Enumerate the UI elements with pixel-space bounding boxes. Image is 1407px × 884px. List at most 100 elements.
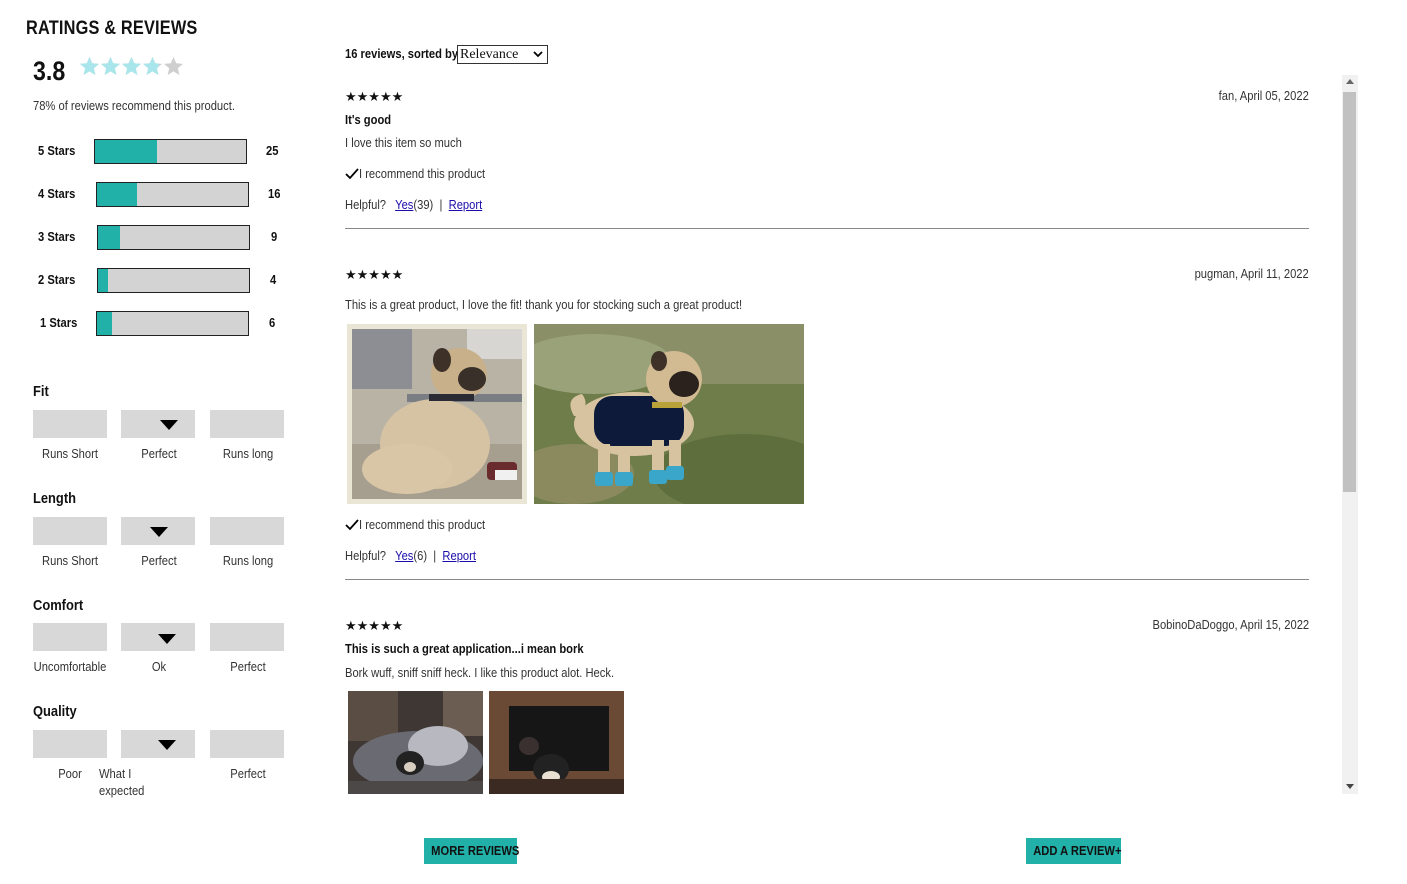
review-recommend: I recommend this product (345, 517, 506, 532)
characteristic-fit-title: Fit (33, 383, 49, 400)
star-icon (79, 56, 100, 78)
helpful-yes-link[interactable]: Yes (395, 197, 413, 212)
pug-sitting-photo-icon (347, 324, 527, 504)
breakdown-label: 4 Stars (38, 186, 76, 201)
helpful-prefix: Helpful? (345, 197, 387, 212)
breakdown-label: 3 Stars (38, 229, 76, 244)
review-stars: ★★★★★ (345, 618, 404, 633)
breakdown-fill (98, 226, 120, 249)
fit-marker-icon (160, 420, 178, 430)
breakdown-fill (98, 269, 108, 292)
characteristic-label: Perfect (230, 659, 266, 674)
rating-breakdown-5[interactable]: 5 Stars 25 (38, 139, 288, 164)
helpful-yes-count: (6) (413, 548, 428, 563)
pug-standing-photo-icon (534, 324, 804, 504)
chevron-down-icon (533, 51, 543, 58)
scroll-up-arrow-icon[interactable] (1346, 79, 1354, 84)
review-divider (345, 579, 1309, 580)
characteristic-label: Perfect (230, 766, 266, 781)
quality-marker-icon (158, 740, 176, 750)
characteristic-label: Runs long (222, 553, 274, 568)
breakdown-count: 25 (266, 143, 279, 158)
characteristic-label: Uncomfortable (33, 659, 107, 674)
breakdown-count: 4 (270, 272, 277, 287)
review-list-scrollbar[interactable] (1342, 75, 1358, 794)
recommend-percentage: 78% of reviews recommend this product. (33, 98, 235, 113)
sort-select[interactable]: Relevance (457, 45, 548, 64)
star-icon (121, 56, 142, 78)
add-review-button[interactable]: ADD A REVIEW+ (1026, 838, 1121, 864)
rating-breakdown-1[interactable]: 1 Stars 6 (38, 311, 288, 336)
dog-tv-photo-icon (489, 691, 624, 794)
average-stars (79, 56, 184, 78)
characteristic-segment (121, 410, 195, 438)
breakdown-label: 2 Stars (38, 272, 76, 287)
characteristic-length-title: Length (33, 490, 76, 507)
review-author-date: pugman, April 11, 2022 (1194, 266, 1309, 281)
breakdown-bar (94, 139, 247, 164)
characteristic-comfort-title: Comfort (33, 597, 84, 614)
rating-breakdown-2[interactable]: 2 Stars 4 (38, 268, 288, 293)
review-photo-thumbnail[interactable] (489, 691, 624, 794)
characteristic-label: Ok (151, 659, 167, 674)
review-title: It's good (345, 112, 392, 127)
review-count-sort-label: 16 reviews, sorted by (345, 46, 459, 61)
comfort-marker-icon (158, 634, 176, 644)
characteristic-label: Runs Short (42, 446, 98, 461)
characteristic-quality-title: Quality (33, 703, 77, 720)
characteristic-segment (33, 410, 107, 438)
review-body: This is a great product, I love the fit!… (345, 297, 743, 312)
more-reviews-label: MORE REVIEWS (431, 843, 520, 858)
breakdown-bar (97, 225, 250, 250)
add-review-label: ADD A REVIEW+ (1033, 843, 1122, 858)
review-helpful: Helpful? Yes(39) | Report (345, 197, 482, 212)
checkmark-icon (345, 167, 359, 179)
breakdown-bar (97, 268, 250, 293)
rating-breakdown-3[interactable]: 3 Stars 9 (38, 225, 288, 250)
scroll-down-arrow-icon[interactable] (1346, 784, 1354, 789)
checkmark-icon (345, 518, 359, 530)
average-rating: 3.8 (33, 56, 66, 86)
review-body: I love this item so much (345, 135, 462, 150)
review-recommend: I recommend this product (345, 166, 506, 181)
helpful-yes-count: (39) (413, 197, 434, 212)
characteristic-label: Poor (58, 766, 82, 781)
characteristic-segment (210, 517, 284, 545)
characteristic-segment (33, 730, 107, 758)
helpful-separator: | (433, 548, 437, 563)
star-icon (163, 56, 184, 78)
characteristic-label: What I expected (99, 766, 145, 798)
helpful-separator: | (439, 197, 443, 212)
helpful-prefix: Helpful? (345, 548, 387, 563)
dog-blanket-photo-icon (348, 691, 483, 794)
review-stars: ★★★★★ (345, 267, 404, 282)
breakdown-fill (97, 183, 137, 206)
characteristic-segment (33, 517, 107, 545)
characteristic-segment (210, 730, 284, 758)
characteristic-segment (33, 623, 107, 651)
characteristic-segment (210, 410, 284, 438)
review-author-date: fan, April 05, 2022 (1218, 88, 1309, 103)
review-title: This is such a great application...i mea… (345, 641, 584, 656)
review-photo-thumbnail[interactable] (348, 691, 483, 794)
characteristic-segment (210, 623, 284, 651)
review-list[interactable]: ★★★★★ fan, April 05, 2022 It's good I lo… (345, 73, 1358, 795)
review-divider (345, 228, 1309, 229)
review-photo-thumbnail[interactable] (534, 324, 804, 504)
review-helpful: Helpful? Yes(6) | Report (345, 548, 476, 563)
recommend-text: I recommend this product (359, 517, 486, 532)
breakdown-label: 1 Stars (40, 315, 78, 330)
report-link[interactable]: Report (442, 548, 476, 563)
breakdown-count: 6 (269, 315, 276, 330)
ratings-reviews-heading: RATINGS & REVIEWS (26, 18, 198, 39)
scroll-thumb[interactable] (1343, 92, 1356, 492)
review-author-date: BobinoDaDoggo, April 15, 2022 (1152, 617, 1309, 632)
helpful-yes-link[interactable]: Yes (395, 548, 413, 563)
sort-selected-value: Relevance (460, 47, 519, 62)
review-photo-thumbnail[interactable] (347, 324, 527, 504)
more-reviews-button[interactable]: MORE REVIEWS (424, 838, 520, 864)
characteristic-label: Perfect (141, 446, 177, 461)
breakdown-fill (95, 140, 157, 163)
report-link[interactable]: Report (449, 197, 483, 212)
rating-breakdown-4[interactable]: 4 Stars 16 (38, 182, 288, 207)
